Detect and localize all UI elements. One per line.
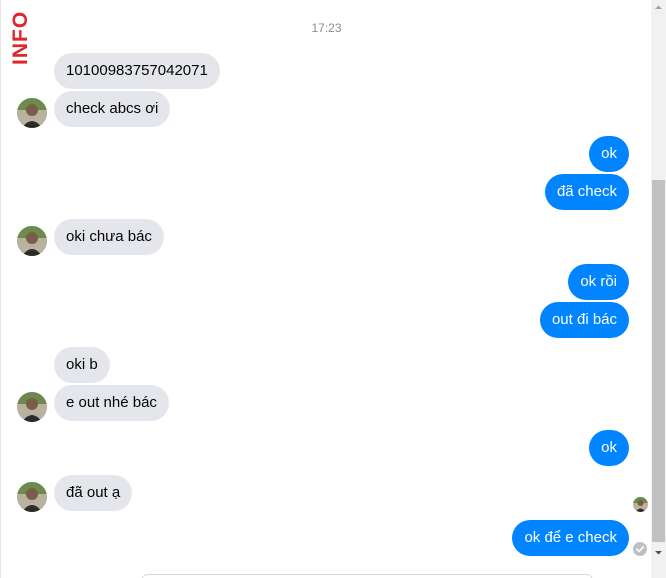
outgoing-message[interactable]: ok để e check <box>512 520 629 556</box>
incoming-message[interactable]: đã out ạ <box>54 475 133 511</box>
contact-avatar-icon[interactable] <box>17 392 47 422</box>
incoming-message[interactable]: check abcs ơi <box>54 91 171 127</box>
incoming-message[interactable]: oki chưa bác <box>54 219 164 255</box>
outgoing-message[interactable]: ok <box>589 430 629 466</box>
outgoing-message[interactable]: đã check <box>544 174 629 210</box>
delivered-check-icon <box>633 542 647 556</box>
message-thread[interactable]: INFO 17:23 10100983757042071 check abcs … <box>0 0 651 578</box>
seen-avatar-icon <box>633 497 648 512</box>
contact-avatar-icon[interactable] <box>17 226 47 256</box>
message-timestamp: 17:23 <box>311 21 342 35</box>
composer-box[interactable] <box>141 574 593 578</box>
scroll-down-icon[interactable] <box>651 545 666 560</box>
contact-avatar-icon[interactable] <box>17 98 47 128</box>
incoming-message[interactable]: oki b <box>54 347 110 383</box>
outgoing-message[interactable]: ok rồi <box>568 264 629 300</box>
incoming-message[interactable]: e out nhé bác <box>54 385 169 421</box>
incoming-message[interactable]: 10100983757042071 <box>54 53 220 89</box>
scroll-up-icon[interactable] <box>651 0 666 15</box>
info-watermark: INFO <box>9 10 32 66</box>
outgoing-message[interactable]: ok <box>589 136 629 172</box>
contact-avatar-icon[interactable] <box>17 482 47 512</box>
outgoing-message[interactable]: out đi bác <box>539 302 629 338</box>
scrollbar-thumb[interactable] <box>652 180 665 542</box>
